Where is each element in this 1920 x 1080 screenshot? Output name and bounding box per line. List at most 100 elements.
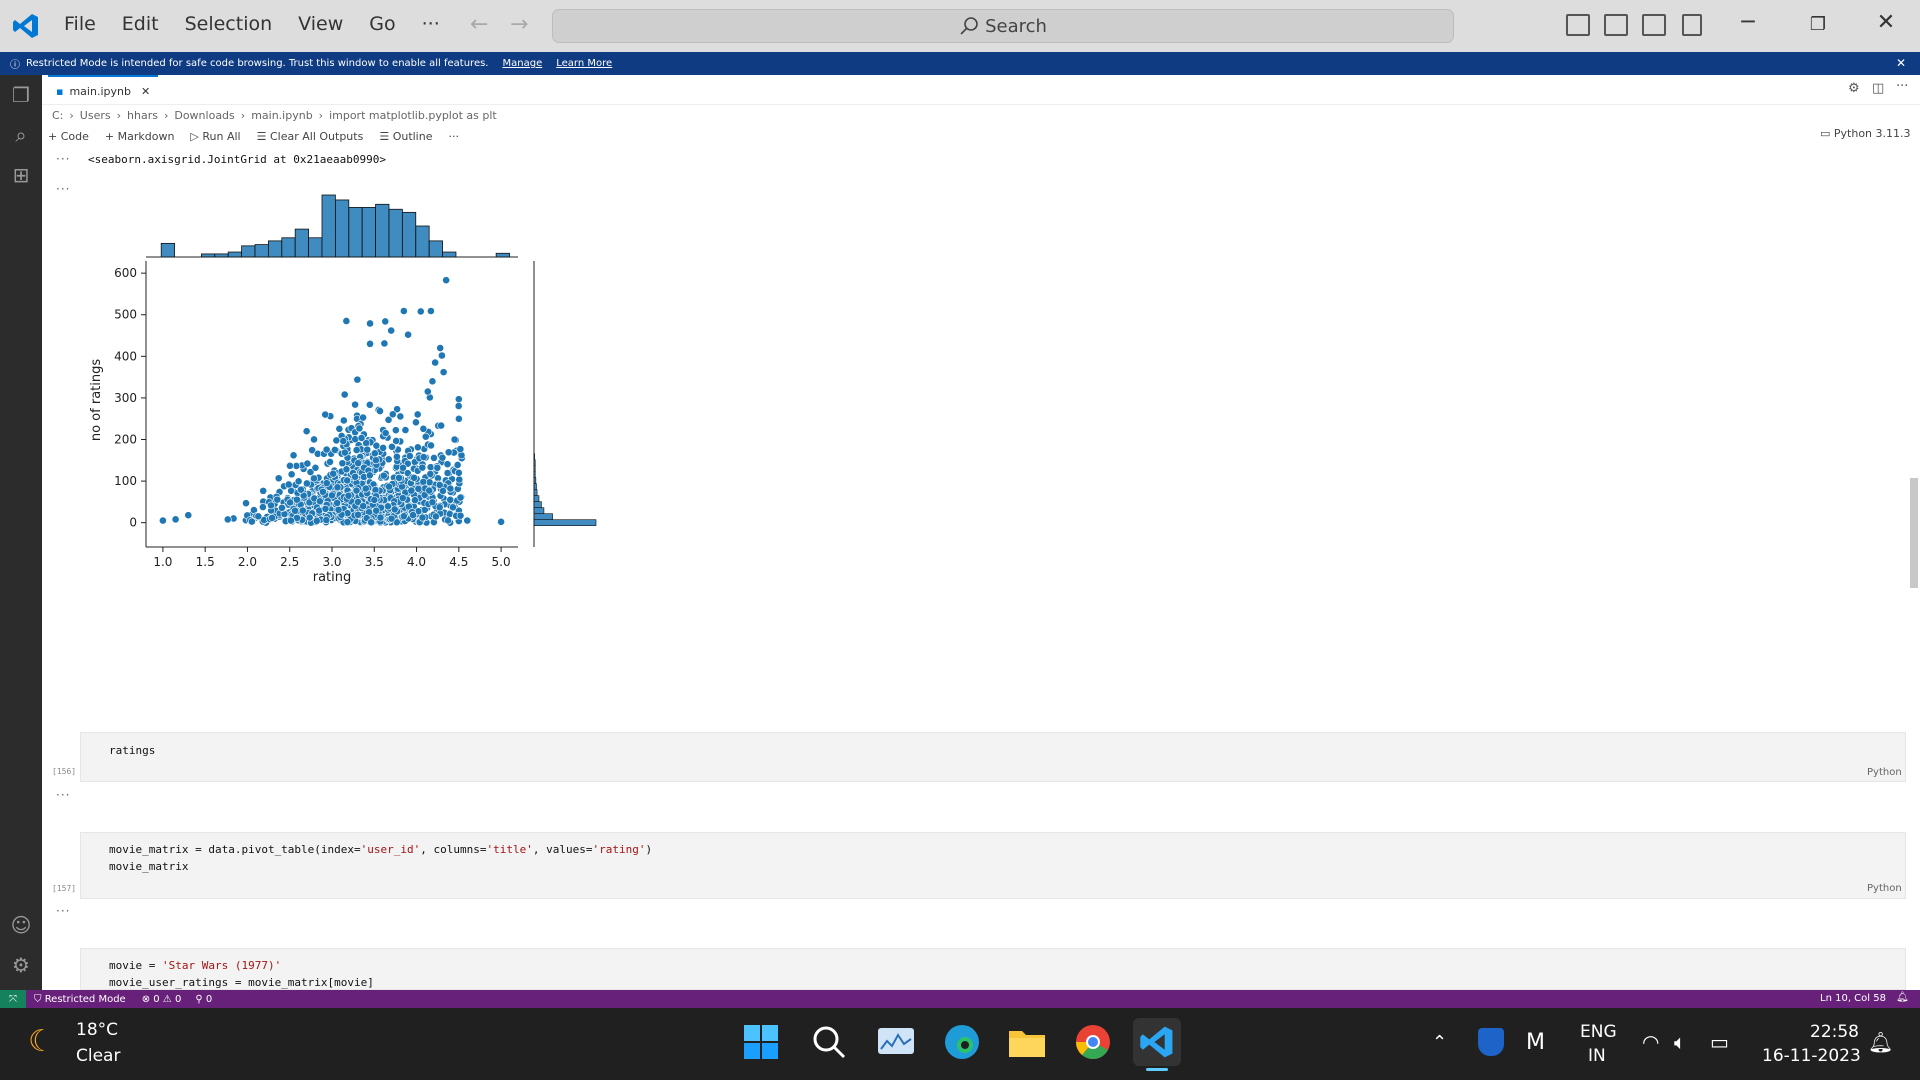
scatter-point — [456, 511, 465, 520]
taskbar-search-button[interactable] — [805, 1018, 853, 1066]
taskbar-edge-browser[interactable] — [938, 1018, 986, 1066]
code-cell[interactable]: movie = 'Star Wars (1977)' movie_user_ra… — [80, 948, 1906, 990]
menu-selection[interactable]: Selection — [185, 13, 273, 35]
manage-gear-icon[interactable]: ⚙ — [9, 953, 33, 977]
extensions-icon[interactable]: ⊞ — [9, 163, 33, 187]
kernel-picker[interactable]: ▭ Python 3.11.3 — [1820, 127, 1911, 140]
y-tick-label: 200 — [114, 433, 137, 447]
restore-icon[interactable]: ❐ — [1798, 14, 1838, 35]
editor-scrollbar[interactable] — [1910, 478, 1918, 588]
toggle-secondary-sidebar-icon[interactable] — [1642, 14, 1666, 36]
output-more-icon[interactable]: ··· — [56, 904, 70, 918]
marginal-x-bar — [281, 237, 296, 258]
tab-main-ipynb[interactable]: ▪ main.ipynb ✕ — [48, 75, 159, 105]
start-button[interactable] — [737, 1018, 785, 1066]
scatter-point — [381, 429, 390, 437]
restricted-mode-status[interactable]: ⛉ Restricted Mode — [34, 994, 126, 1005]
notification-center-bell-icon[interactable]: 🔔︎ — [1868, 1030, 1893, 1054]
learn-more-link[interactable]: Learn More — [556, 58, 612, 69]
more-actions-icon[interactable]: ··· — [1896, 79, 1908, 94]
weather-condition[interactable]: Clear — [76, 1046, 120, 1066]
weather-temp[interactable]: 18°C — [76, 1020, 118, 1040]
code-cell[interactable]: ratings Python — [80, 732, 1906, 782]
customize-layout-icon[interactable] — [1682, 14, 1702, 36]
search-view-icon[interactable]: ⌕ — [9, 123, 33, 147]
mcafee-icon[interactable]: M — [1526, 1030, 1545, 1055]
taskbar-monitor-app[interactable] — [872, 1018, 920, 1066]
scatter-point — [291, 506, 299, 515]
cell-language[interactable]: Python — [1867, 883, 1902, 894]
problems-status[interactable]: ⊗ 0 ⚠ 0 — [142, 994, 182, 1005]
code-line[interactable]: movie_matrix — [109, 858, 188, 875]
scatter-point — [286, 516, 295, 525]
input-language[interactable]: ENG — [1580, 1022, 1617, 1042]
weather-moon-icon[interactable]: ☾ — [28, 1024, 55, 1059]
scatter-point — [357, 434, 366, 442]
accounts-icon[interactable]: ☺ — [9, 913, 33, 937]
notifications-bell-icon[interactable]: 🔔︎ — [1896, 992, 1909, 1003]
settings-gear-icon[interactable]: ⚙ — [1848, 81, 1860, 96]
code-cell[interactable]: movie_matrix = data.pivot_table(index='u… — [80, 832, 1906, 899]
code-line[interactable]: ratings — [109, 742, 155, 759]
breadcrumb-item[interactable]: Users — [80, 109, 111, 122]
toolbar-more-button[interactable]: ··· — [448, 130, 459, 143]
menu-file[interactable]: File — [64, 13, 96, 35]
wifi-icon[interactable]: ◠ — [1642, 1030, 1659, 1054]
add-markdown-button[interactable]: + Markdown — [105, 130, 175, 143]
security-shield-icon[interactable] — [1478, 1028, 1504, 1056]
marginal-y-bar — [533, 459, 536, 466]
toggle-primary-sidebar-icon[interactable] — [1566, 14, 1590, 36]
menu-more[interactable]: ··· — [422, 13, 440, 35]
output-more-icon[interactable]: ··· — [56, 182, 70, 196]
forward-arrow-icon[interactable]: → — [510, 12, 528, 37]
banner-close-icon[interactable]: ✕ — [1896, 56, 1906, 70]
scatter-point — [407, 486, 416, 495]
ports-status[interactable]: ⚲ 0 — [195, 994, 212, 1005]
menu-edit[interactable]: Edit — [122, 13, 159, 35]
menu-go[interactable]: Go — [369, 13, 395, 35]
clock-time[interactable]: 22:58 — [1810, 1022, 1859, 1042]
scatter-point — [365, 400, 374, 409]
manage-link[interactable]: Manage — [503, 58, 543, 69]
battery-icon[interactable]: ▭ — [1710, 1030, 1729, 1054]
split-editor-icon[interactable]: ◫ — [1872, 81, 1884, 96]
add-code-button[interactable]: + Code — [48, 130, 89, 143]
taskbar-vscode[interactable] — [1133, 1018, 1181, 1066]
code-line[interactable]: movie = 'Star Wars (1977)' — [109, 957, 281, 974]
taskbar-chrome[interactable] — [1069, 1018, 1117, 1066]
tab-close-icon[interactable]: ✕ — [141, 85, 150, 98]
explorer-icon[interactable]: ❐ — [9, 83, 33, 107]
output-more-icon[interactable]: ··· — [56, 152, 70, 166]
scatter-point — [355, 424, 364, 433]
close-icon[interactable]: ✕ — [1866, 10, 1906, 35]
run-all-button[interactable]: ▷ Run All — [190, 130, 240, 143]
cursor-position[interactable]: Ln 10, Col 58 — [1820, 993, 1886, 1004]
input-region[interactable]: IN — [1588, 1046, 1606, 1066]
command-center-search[interactable]: Search — [552, 9, 1454, 43]
code-line[interactable]: movie_matrix = data.pivot_table(index='u… — [109, 841, 652, 858]
breadcrumb-item[interactable]: C: — [52, 109, 63, 122]
remote-indicator-icon[interactable]: ⤧ — [0, 990, 26, 1008]
minimize-icon[interactable]: ─ — [1728, 10, 1768, 35]
breadcrumb-item[interactable]: main.ipynb — [251, 109, 312, 122]
toggle-panel-icon[interactable] — [1604, 14, 1628, 36]
cell-language[interactable]: Python — [1867, 767, 1902, 778]
y-tick-label: 300 — [114, 391, 137, 405]
outline-button[interactable]: ☰ Outline — [379, 130, 432, 143]
scatter-point — [254, 512, 263, 521]
code-line[interactable]: movie_user_ratings = movie_matrix[movie] — [109, 974, 374, 989]
x-tick-label: 1.0 — [153, 555, 172, 569]
volume-icon[interactable]: 🔈︎ — [1674, 1030, 1686, 1054]
output-more-icon[interactable]: ··· — [56, 788, 70, 802]
back-arrow-icon[interactable]: ← — [470, 12, 488, 37]
title-bar: File Edit Selection View Go ··· ← → Sear… — [0, 0, 1920, 52]
clock-date[interactable]: 16-11-2023 — [1762, 1046, 1861, 1066]
menu-view[interactable]: View — [298, 13, 343, 35]
show-hidden-icons-chevron-icon[interactable]: ⌃ — [1432, 1032, 1447, 1053]
clear-all-outputs-button[interactable]: ☰ Clear All Outputs — [257, 130, 364, 143]
marginal-x-bar — [214, 253, 229, 258]
breadcrumb-item[interactable]: import matplotlib.pyplot as plt — [329, 109, 497, 122]
breadcrumb-item[interactable]: Downloads — [174, 109, 234, 122]
breadcrumb-item[interactable]: hhars — [127, 109, 158, 122]
taskbar-file-explorer[interactable] — [1003, 1018, 1051, 1066]
